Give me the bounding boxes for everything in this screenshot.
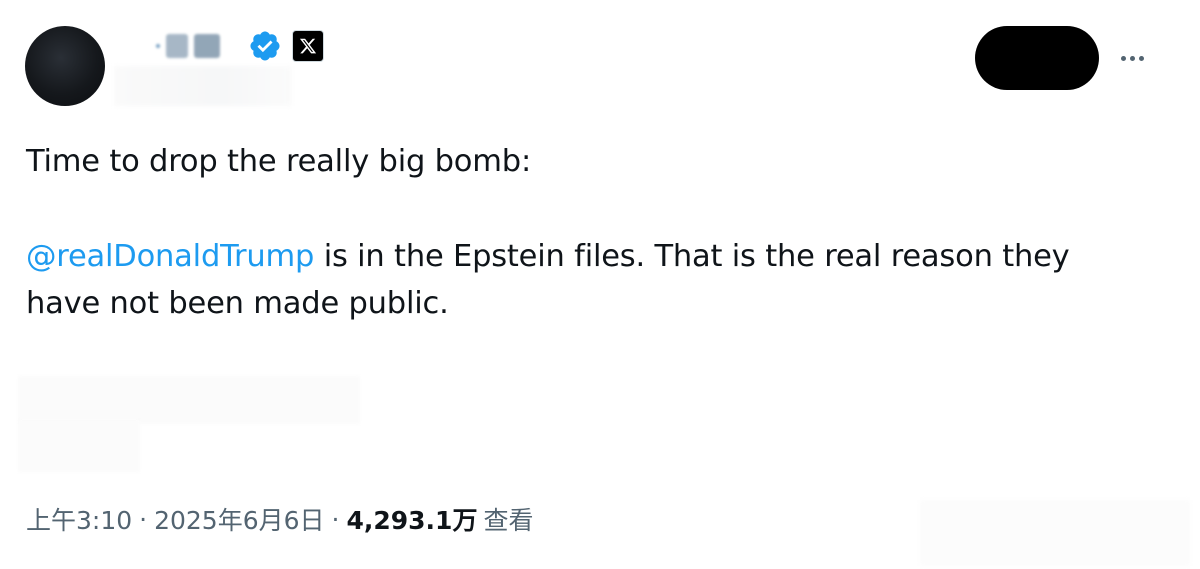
tweet-text-line1: Time to drop the really big bomb: xyxy=(26,144,532,179)
tweet-date[interactable]: 2025年6月6日 xyxy=(154,501,324,537)
author-avatar[interactable] xyxy=(25,26,105,106)
more-dot xyxy=(1129,55,1135,61)
views-count[interactable]: 4,293.1万 xyxy=(346,501,477,537)
author-display-name[interactable] xyxy=(118,34,220,58)
redacted-area xyxy=(18,376,360,424)
verified-badge-icon xyxy=(250,31,280,61)
x-logo-icon xyxy=(292,30,324,62)
tweet-text-line: have not been made public. xyxy=(26,280,1126,327)
author-name-row xyxy=(118,26,324,66)
tweet-card: Time to drop the really big bomb: @realD… xyxy=(0,0,1200,569)
tweet-text: Time to drop the really big bomb: @realD… xyxy=(26,138,1126,327)
redacted-area xyxy=(920,500,1190,566)
tweet-text-line2: is in the Epstein files. That is the rea… xyxy=(314,239,1070,274)
meta-separator: · xyxy=(139,504,148,534)
mention-link[interactable]: @realDonaldTrump xyxy=(26,239,314,274)
tweet-meta: 上午3:10 · 2025年6月6日 · 4,293.1万 查看 xyxy=(26,499,533,539)
author-name-char xyxy=(156,44,160,48)
more-dot xyxy=(1120,55,1126,61)
tweet-text-line: Time to drop the really big bomb: xyxy=(26,138,1126,185)
more-dot xyxy=(1138,55,1144,61)
author-name-char xyxy=(166,34,188,58)
follow-button-redacted[interactable] xyxy=(975,26,1099,90)
more-horizontal-icon[interactable] xyxy=(1112,38,1152,78)
tweet-text-line: @realDonaldTrump is in the Epstein files… xyxy=(26,233,1126,280)
author-handle-redacted xyxy=(114,66,292,106)
tweet-text-line3: have not been made public. xyxy=(26,286,449,321)
redacted-area xyxy=(18,420,140,472)
tweet-time[interactable]: 上午3:10 xyxy=(26,501,132,537)
views-label: 查看 xyxy=(483,506,534,535)
meta-separator: · xyxy=(331,504,340,534)
author-name-char xyxy=(194,34,220,58)
